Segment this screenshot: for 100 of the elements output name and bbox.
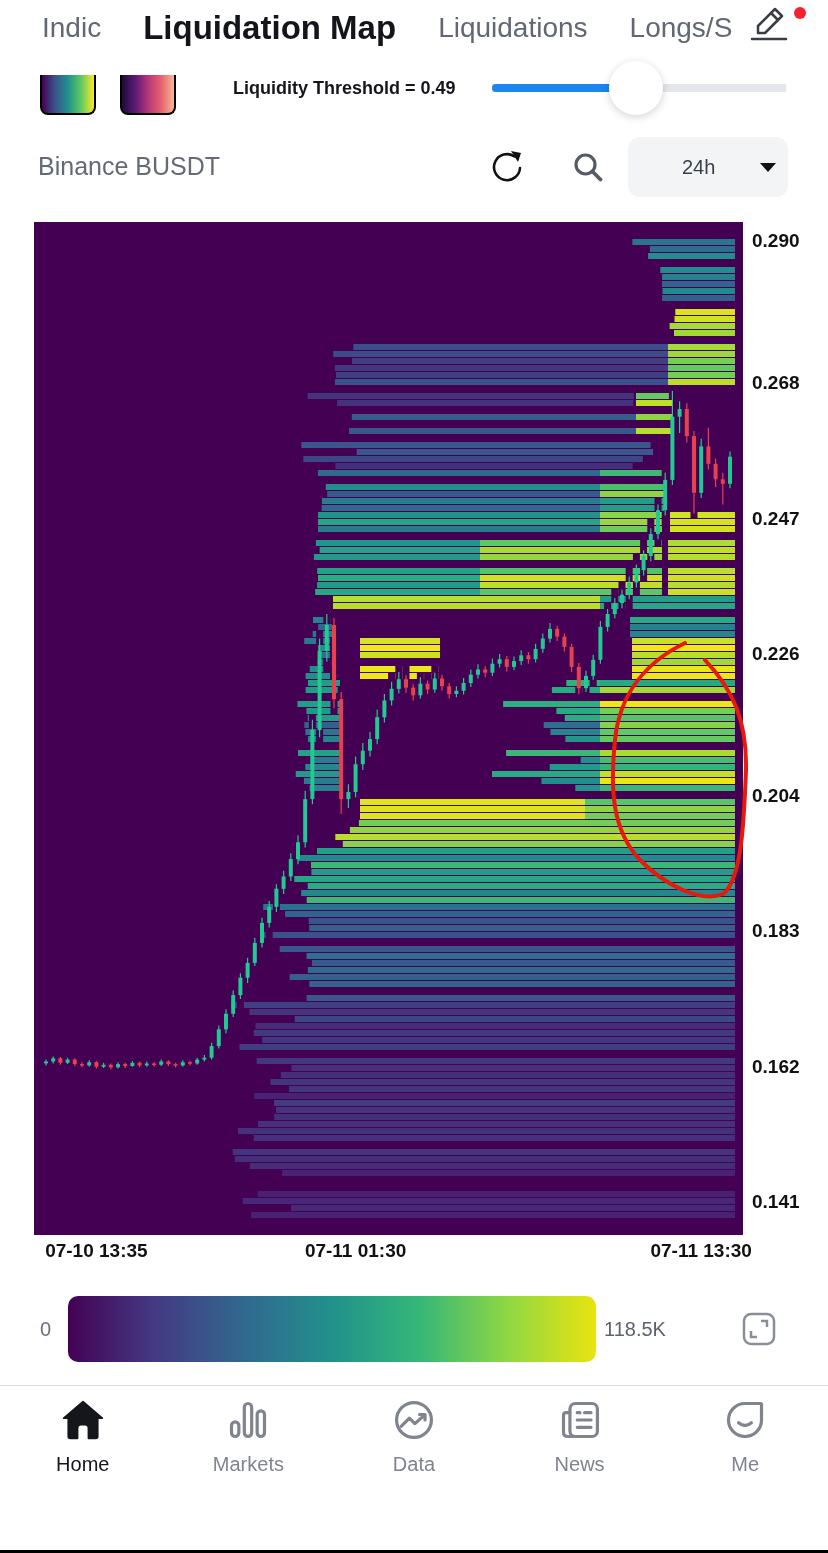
candle (490, 657, 495, 677)
price-axis-label: 0.290 (752, 230, 800, 253)
expand-icon (742, 1312, 776, 1346)
candle (116, 1061, 120, 1070)
candle (425, 679, 430, 695)
expand-button[interactable] (742, 1312, 776, 1346)
candle (144, 1060, 149, 1068)
gradient-swatch-icon[interactable] (120, 75, 176, 115)
candle (418, 676, 423, 700)
candle (137, 1060, 142, 1068)
candle (224, 1008, 228, 1034)
candle (159, 1059, 164, 1067)
tab[interactable]: Liquidations (438, 7, 588, 48)
candle (368, 731, 372, 758)
candle (202, 1054, 207, 1063)
candle (656, 503, 660, 540)
slider-thumb[interactable] (609, 61, 664, 115)
candle (533, 643, 538, 663)
caret-icon (760, 162, 776, 172)
search-button[interactable] (573, 152, 603, 182)
price-axis-label: 0.226 (752, 643, 800, 665)
nav-item[interactable]: Home (0, 1398, 166, 1476)
candle (512, 656, 516, 671)
candle (548, 622, 552, 643)
candle (238, 972, 243, 1000)
candle (216, 1024, 221, 1050)
candle (231, 990, 236, 1018)
candle (504, 655, 509, 672)
candle (641, 549, 646, 576)
candle (648, 527, 653, 562)
pencil-icon (750, 5, 788, 41)
price-axis-label: 0.204 (752, 784, 800, 807)
nav-item[interactable]: Markets (165, 1398, 332, 1476)
price-axis-label: 0.162 (752, 1055, 800, 1078)
candle (584, 670, 588, 693)
candle (281, 870, 286, 895)
time-axis-label: 07-11 13:30 (650, 1240, 752, 1262)
candle (375, 708, 380, 745)
candle (497, 653, 502, 669)
candle (440, 674, 444, 692)
candle (468, 668, 473, 688)
candle (274, 883, 279, 913)
time-axis-label: 07-10 13:35 (45, 1240, 148, 1262)
candle (706, 427, 711, 471)
candle (454, 685, 459, 698)
tab[interactable]: Longs/S (629, 7, 733, 48)
candle (245, 957, 250, 984)
candle (108, 1062, 113, 1070)
candle (324, 613, 329, 663)
candle (526, 651, 531, 665)
candle (166, 1059, 171, 1067)
candle (130, 1060, 135, 1068)
candle (360, 742, 365, 771)
candle (591, 654, 596, 681)
candle (634, 563, 639, 589)
candle (123, 1062, 128, 1069)
candle (94, 1060, 99, 1070)
candle (483, 665, 488, 678)
candle (620, 588, 624, 609)
search-icon (573, 152, 603, 182)
tab[interactable]: Indic (42, 7, 102, 48)
candle (411, 683, 416, 702)
candle (58, 1056, 63, 1066)
candle (101, 1062, 106, 1069)
candle (447, 682, 452, 700)
candle (382, 693, 387, 723)
scale-max-label: 118.5K (604, 1317, 666, 1342)
candle (627, 576, 632, 600)
candle (267, 900, 272, 928)
threshold-label: Liquidity Threshold = 0.49 (233, 76, 456, 100)
period-dropdown[interactable]: 24h (628, 137, 788, 197)
candle (72, 1057, 77, 1067)
nav-item[interactable]: News (496, 1398, 663, 1476)
candle (65, 1057, 70, 1065)
candle (260, 917, 264, 948)
candle (699, 438, 704, 499)
candle (396, 671, 401, 694)
candle (677, 400, 682, 434)
time-axis-label: 07-11 01:30 (304, 1240, 407, 1262)
candle (576, 662, 581, 695)
candle (188, 1060, 192, 1066)
candle (562, 632, 567, 652)
price-axis-label: 0.268 (752, 372, 800, 395)
candle (80, 1061, 84, 1068)
candle (684, 402, 689, 444)
nav-item[interactable]: Me (662, 1398, 828, 1476)
candle (461, 677, 466, 696)
candle (728, 451, 732, 489)
candle (346, 783, 351, 809)
candle (195, 1057, 200, 1066)
price-axis-label: 0.247 (752, 507, 800, 530)
tab[interactable]: Liquidation Map (143, 7, 397, 48)
candle (44, 1059, 48, 1066)
candle (353, 755, 358, 798)
candle (51, 1055, 56, 1065)
gradient-swatch-icon[interactable] (40, 75, 96, 115)
candle (389, 681, 394, 707)
trend-circle-icon (392, 1398, 436, 1442)
candle (152, 1061, 156, 1068)
nav-item[interactable]: Data (331, 1398, 497, 1476)
